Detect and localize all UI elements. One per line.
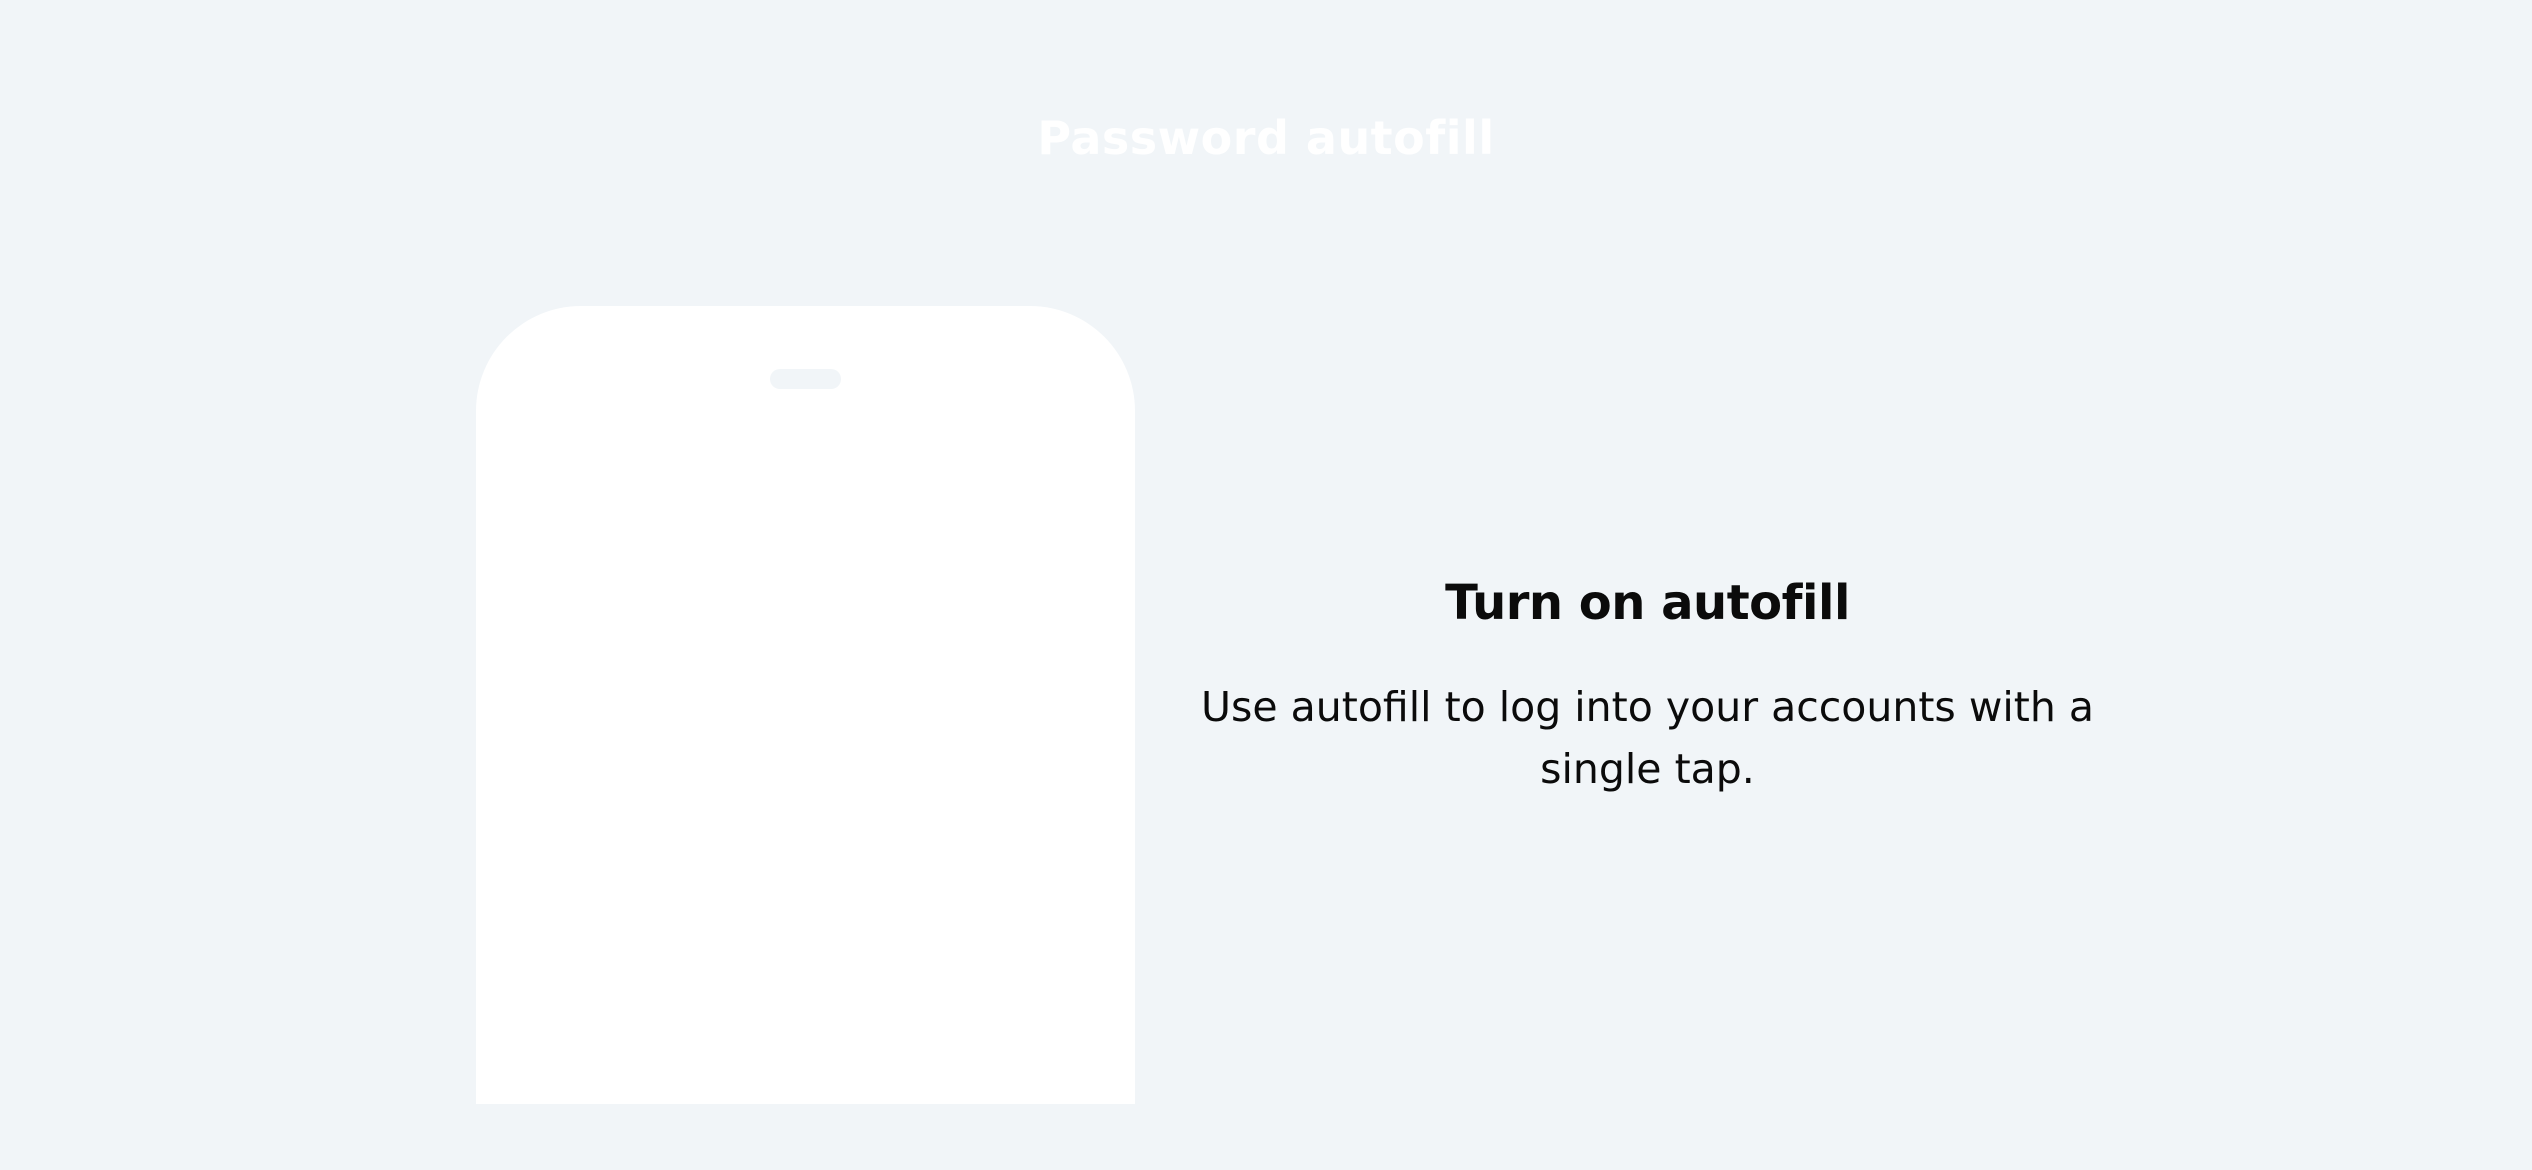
onboarding-info: Turn on autofill Use autofill to log int… [1190,570,2105,800]
page-title: Password autofill [1037,111,1495,165]
onboarding-description: Use autofill to log into your accounts w… [1201,683,2094,793]
phone-illustration [476,306,1135,1104]
onboarding-page: Password autofill Turn on autofill Use a… [0,0,2532,1170]
onboarding-title: Turn on autofill [1445,575,1850,631]
phone-speaker [770,369,841,389]
